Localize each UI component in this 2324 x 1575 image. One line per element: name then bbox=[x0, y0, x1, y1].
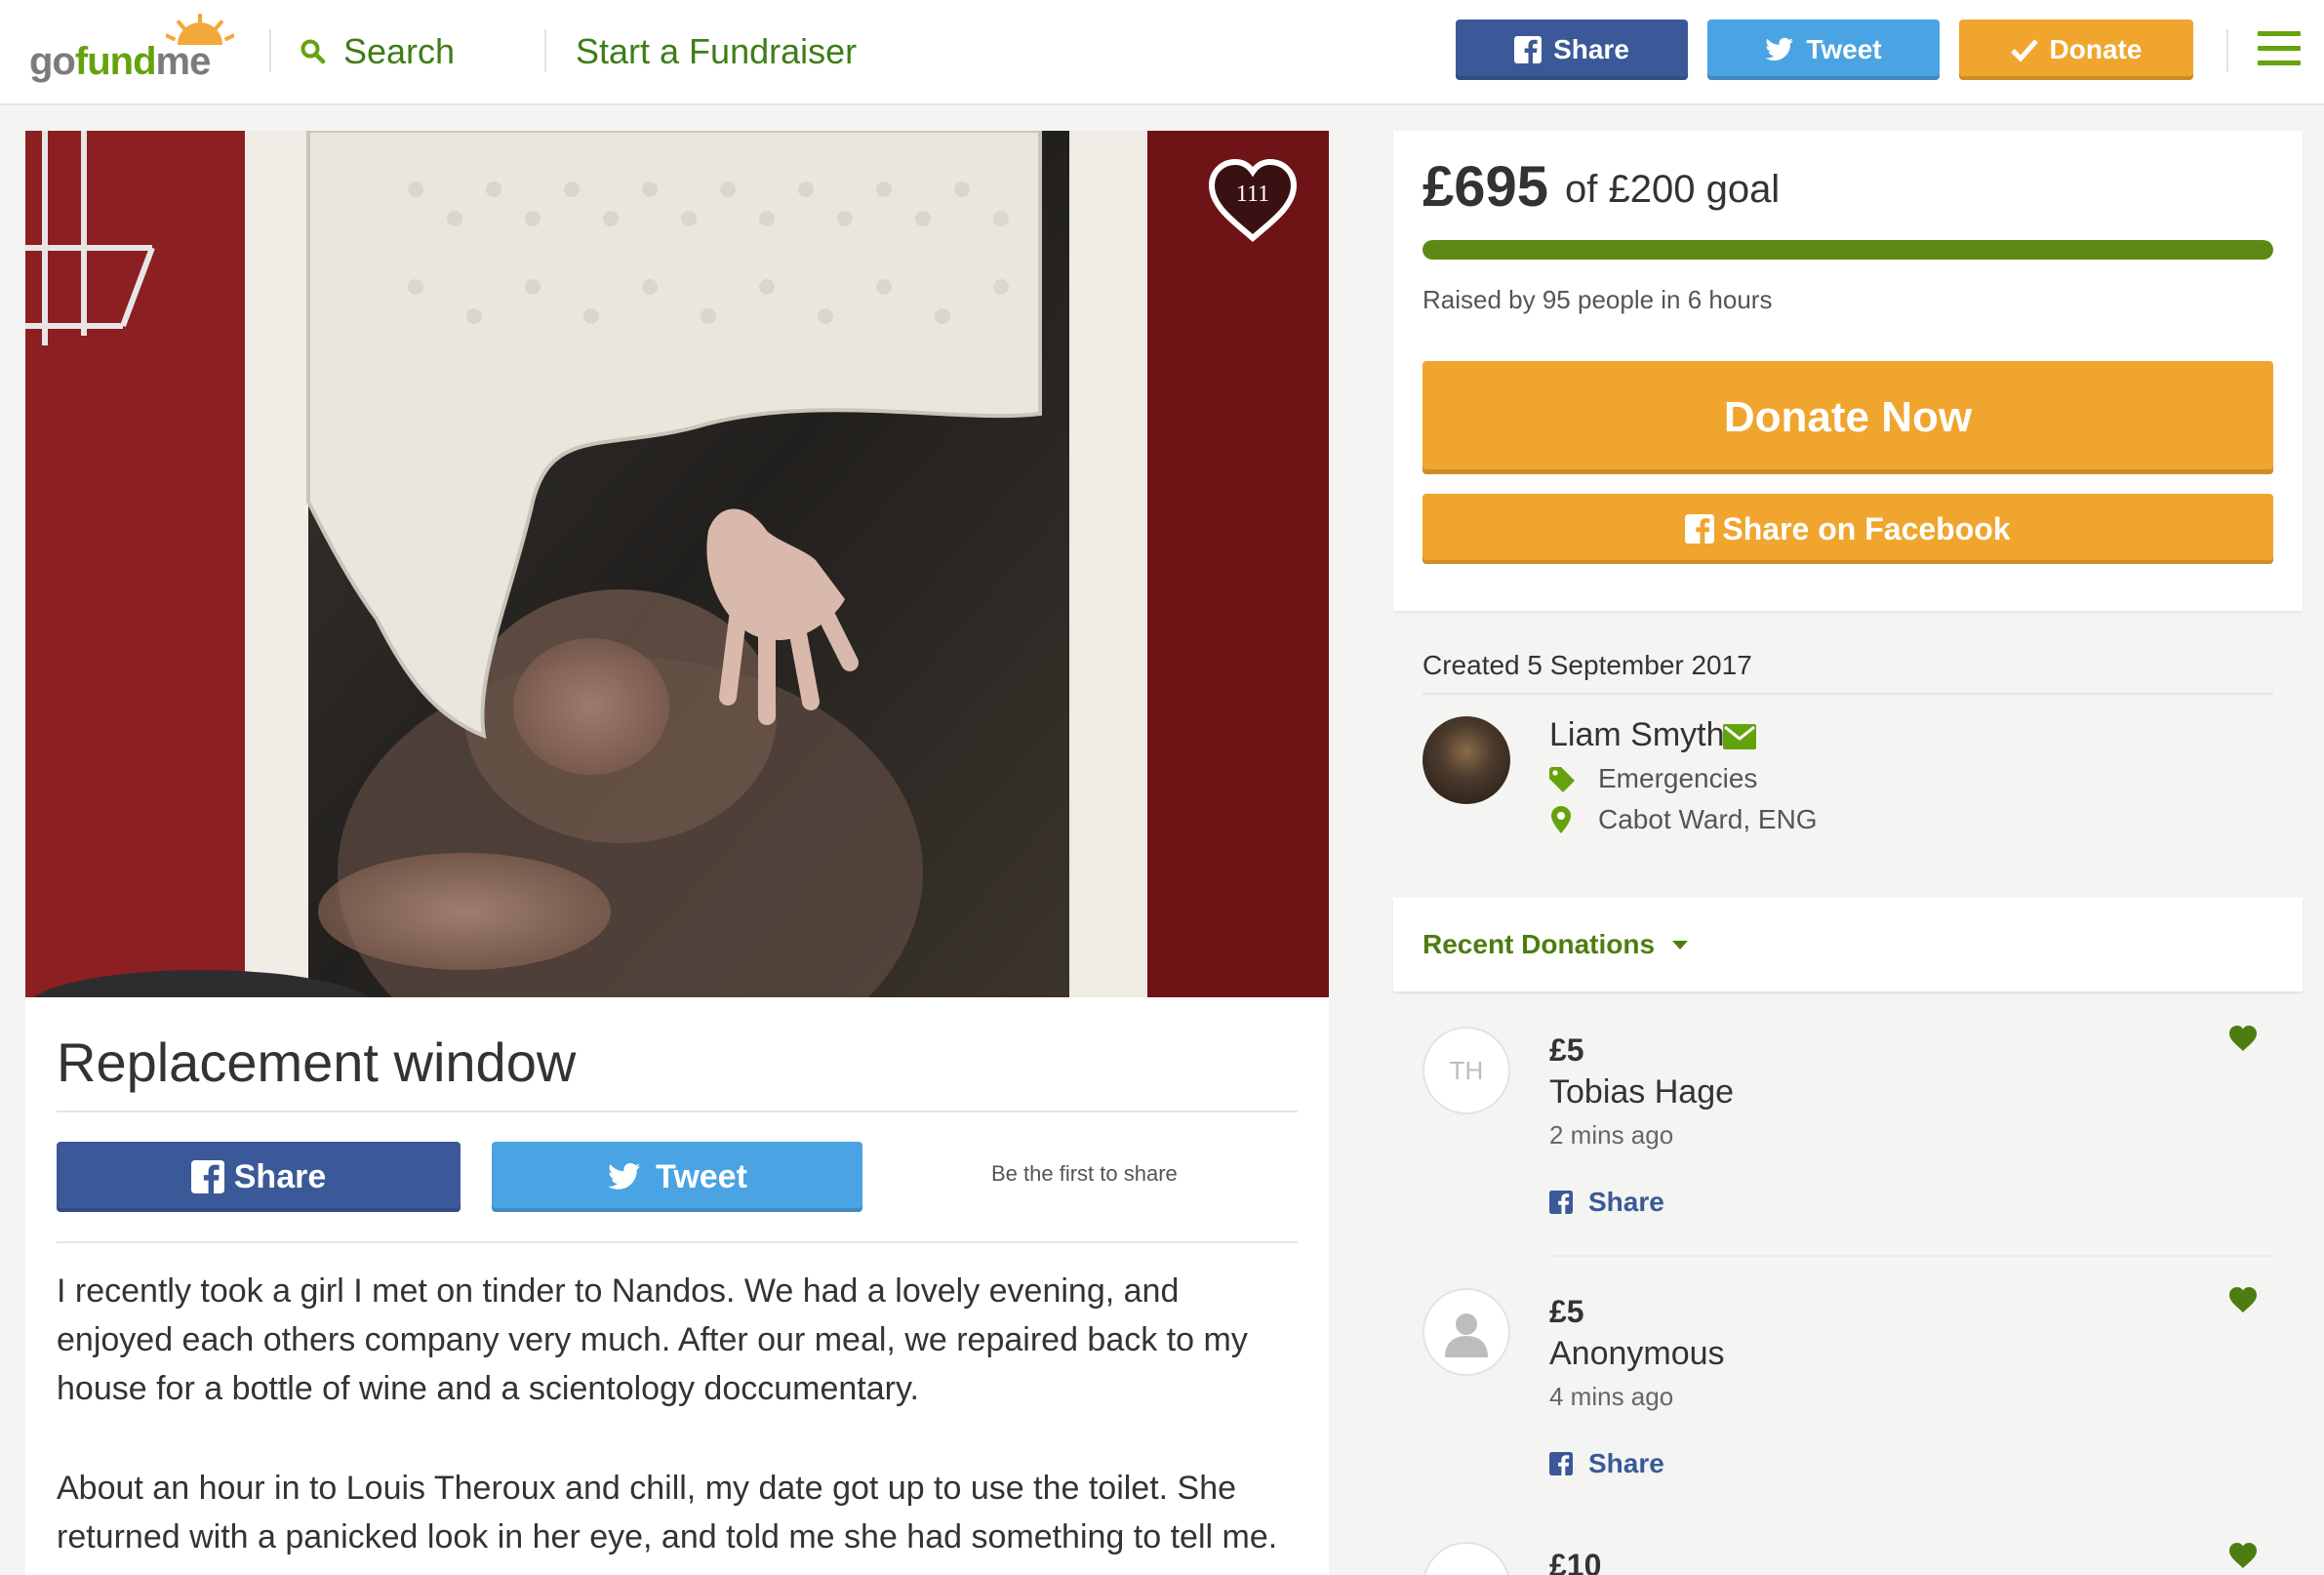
tag-icon bbox=[1549, 767, 1575, 792]
heart-icon[interactable] bbox=[2228, 1025, 2258, 1052]
share-button[interactable]: Share bbox=[57, 1142, 461, 1212]
header-tweet-label: Tweet bbox=[1806, 34, 1882, 64]
heart-count: 111 bbox=[1235, 182, 1270, 207]
donation-time: 4 mins ago bbox=[1549, 1382, 1674, 1411]
tweet-button[interactable]: Tweet bbox=[492, 1142, 862, 1212]
donation-item: TH £5 Tobias Hage 2 mins ago Share bbox=[1422, 997, 2273, 1259]
donation-item: £5 Anonymous 4 mins ago Share bbox=[1422, 1259, 2273, 1520]
donation-item: £10 bbox=[1422, 1520, 2273, 1575]
header-share-button[interactable]: Share bbox=[1456, 20, 1688, 80]
tweet-label: Tweet bbox=[656, 1157, 747, 1195]
donation-amount: £5 bbox=[1549, 1294, 1584, 1329]
start-fundraiser-link[interactable]: Start a Fundraiser bbox=[576, 27, 857, 76]
twitter-icon bbox=[608, 1162, 641, 1190]
heart-badge[interactable]: 111 bbox=[1206, 156, 1300, 244]
recent-donations-label: Recent Donations bbox=[1422, 929, 1656, 959]
donation-amount: £5 bbox=[1549, 1032, 1584, 1068]
logo-wordmark: gofundme bbox=[29, 40, 211, 83]
donor-avatar: TH bbox=[1422, 1027, 1510, 1114]
donation-share-label: Share bbox=[1588, 1187, 1664, 1217]
header-tweet-button[interactable]: Tweet bbox=[1707, 20, 1940, 80]
recent-donations-dropdown[interactable]: Recent Donations bbox=[1422, 929, 1689, 960]
campaign-photo bbox=[25, 131, 1329, 997]
header-donate-label: Donate bbox=[2049, 34, 2143, 64]
share-label: Share bbox=[233, 1157, 327, 1195]
donation-share-label: Share bbox=[1588, 1448, 1664, 1478]
search-icon bbox=[301, 39, 326, 64]
user-silhouette-icon bbox=[1445, 1313, 1488, 1357]
header-divider bbox=[2226, 29, 2228, 72]
donation-time: 2 mins ago bbox=[1549, 1120, 1674, 1150]
progress-bar-fill bbox=[1422, 240, 2273, 260]
facebook-icon bbox=[1549, 1452, 1573, 1475]
goal-text: of £200 goal bbox=[1565, 168, 1781, 211]
caret-down-icon bbox=[1672, 940, 1689, 949]
raised-amount: £695 bbox=[1422, 155, 1549, 219]
facebook-icon bbox=[1514, 36, 1543, 63]
donor-avatar bbox=[1422, 1542, 1510, 1575]
donate-now-label: Donate Now bbox=[1723, 393, 1973, 441]
created-date: Created 5 September 2017 bbox=[1422, 650, 1752, 680]
start-fundraiser-label: Start a Fundraiser bbox=[576, 31, 858, 71]
first-share-text: Be the first to share bbox=[991, 1161, 1178, 1186]
donation-amount: £10 bbox=[1549, 1548, 1602, 1575]
divider bbox=[57, 1241, 1298, 1243]
envelope-icon[interactable] bbox=[1723, 724, 1756, 749]
checkmark-icon bbox=[2010, 39, 2038, 61]
divider bbox=[1422, 693, 2273, 695]
organizer-avatar[interactable] bbox=[1422, 716, 1510, 804]
heart-icon[interactable] bbox=[2228, 1542, 2258, 1569]
story-text: I recently took a girl I met on tinder t… bbox=[57, 1267, 1298, 1575]
raised-by-text: Raised by 95 people in 6 hours bbox=[1422, 285, 1773, 314]
progress-bar bbox=[1422, 240, 2273, 260]
divider bbox=[57, 1111, 1298, 1112]
twitter-icon bbox=[1765, 37, 1794, 61]
search-label: Search bbox=[343, 31, 456, 71]
donation-share-link[interactable]: Share bbox=[1549, 1187, 1664, 1218]
story-paragraph: I recently took a girl I met on tinder t… bbox=[57, 1272, 1248, 1407]
donate-now-button[interactable]: Donate Now bbox=[1422, 361, 2273, 474]
share-on-facebook-label: Share on Facebook bbox=[1722, 510, 2011, 546]
location-text: Cabot Ward, ENG bbox=[1598, 804, 1818, 834]
story-paragraph: About an hour in to Louis Theroux and ch… bbox=[57, 1470, 1278, 1555]
header-donate-button[interactable]: Donate bbox=[1959, 20, 2193, 80]
share-on-facebook-button[interactable]: Share on Facebook bbox=[1422, 494, 2273, 564]
donor-name: Tobias Hage bbox=[1549, 1073, 1735, 1111]
header-divider bbox=[544, 29, 546, 72]
organizer-name[interactable]: Liam Smyth bbox=[1549, 716, 1725, 754]
divider bbox=[1549, 1255, 2273, 1257]
category-link[interactable]: Emergencies bbox=[1598, 763, 1757, 794]
header-share-label: Share bbox=[1553, 34, 1629, 64]
donation-share-link[interactable]: Share bbox=[1549, 1448, 1664, 1479]
heart-icon[interactable] bbox=[2228, 1286, 2258, 1313]
facebook-icon bbox=[1685, 514, 1715, 544]
donor-avatar bbox=[1422, 1288, 1510, 1376]
hamburger-menu-icon[interactable] bbox=[2258, 31, 2301, 68]
facebook-icon bbox=[190, 1160, 224, 1193]
facebook-icon bbox=[1549, 1191, 1573, 1214]
gofundme-logo[interactable]: gofundme bbox=[29, 14, 242, 92]
top-nav: gofundme Search Start a Fundraiser Share… bbox=[0, 0, 2324, 105]
search-link[interactable]: Search bbox=[301, 27, 455, 76]
campaign-title: Replacement window bbox=[57, 1031, 577, 1093]
donor-name: Anonymous bbox=[1549, 1335, 1725, 1372]
header-divider bbox=[269, 29, 271, 72]
location-pin-icon bbox=[1551, 806, 1571, 833]
